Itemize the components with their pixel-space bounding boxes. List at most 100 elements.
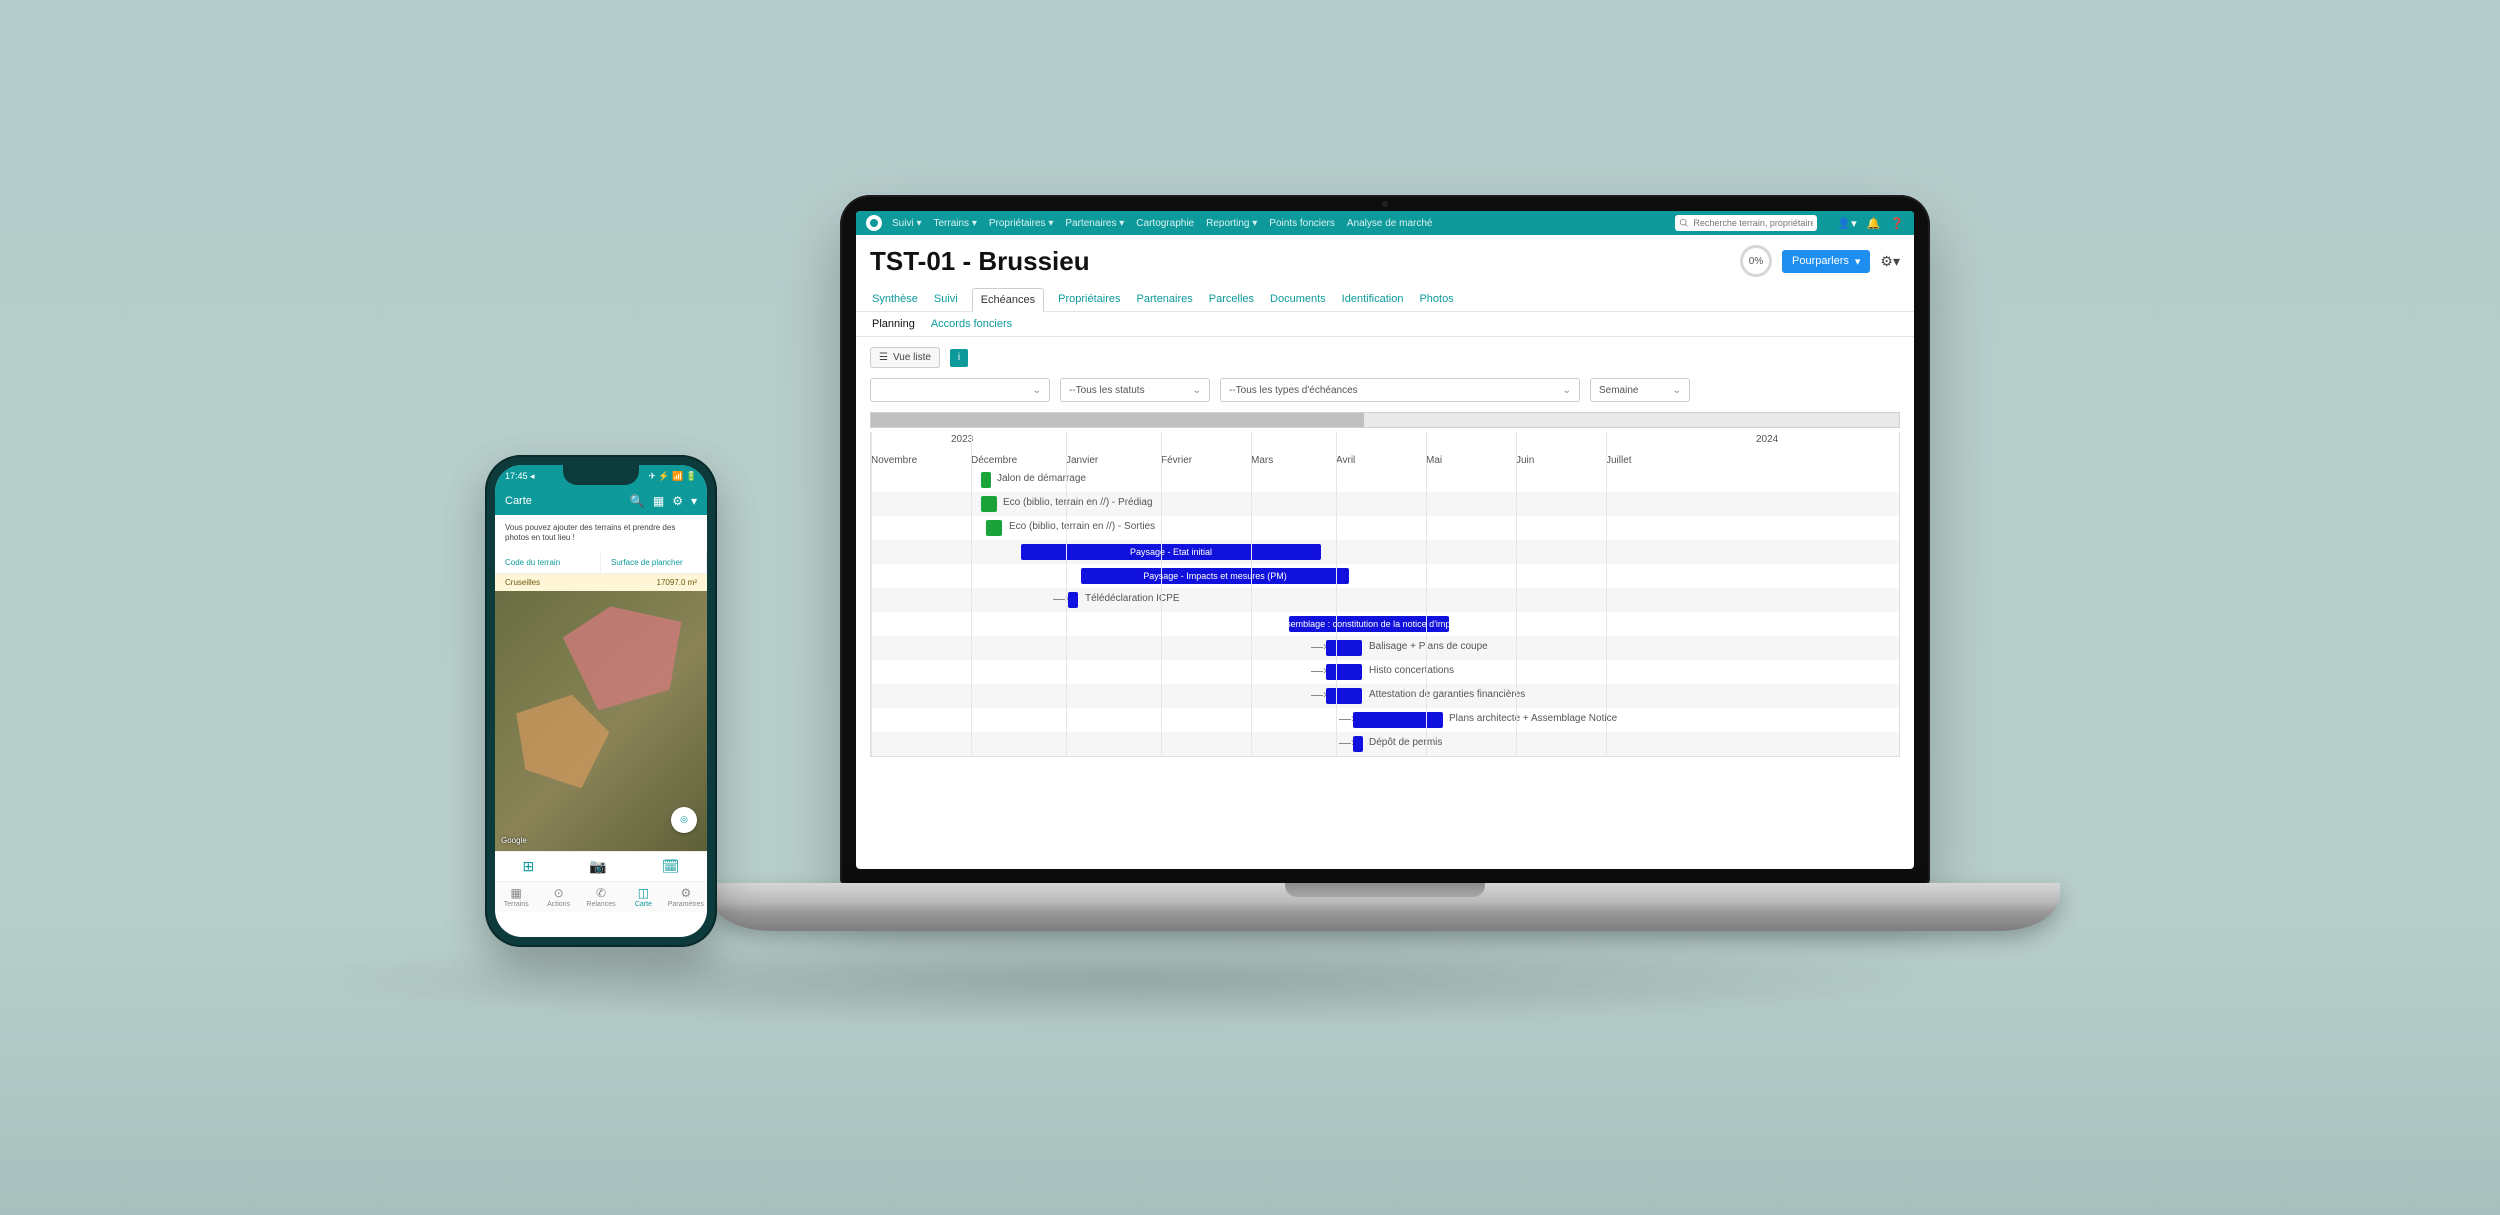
app-logo-icon xyxy=(866,215,882,231)
tab-propriétaires[interactable]: Propriétaires xyxy=(1056,287,1122,311)
gantt-bar[interactable] xyxy=(1353,736,1363,752)
gantt-bar[interactable] xyxy=(1326,640,1362,656)
gantt-bar[interactable] xyxy=(986,520,1002,536)
topnav-item[interactable]: Terrains ▾ xyxy=(933,218,976,229)
tab-documents[interactable]: Documents xyxy=(1268,287,1328,311)
filter-period[interactable]: Semaine⌄ xyxy=(1590,378,1690,402)
phone-app-bar: Carte 🔍 ▦ ⚙ ▾ xyxy=(495,487,707,515)
task-label: Plans architecte + Assemblage Notice xyxy=(1449,713,1617,724)
phone-title: Carte xyxy=(505,495,622,507)
year-label: 2023 xyxy=(951,434,973,445)
gantt-bar[interactable] xyxy=(981,472,991,488)
map-view[interactable]: Google ◎ xyxy=(495,591,707,851)
gantt-bar[interactable] xyxy=(1353,712,1443,728)
filter-1[interactable]: ⌄ xyxy=(870,378,1050,402)
month-label: Février xyxy=(1161,455,1192,466)
search-icon xyxy=(1679,218,1689,228)
dependency-arrow-icon xyxy=(1311,647,1323,648)
bell-icon[interactable]: 🔔 xyxy=(1867,217,1881,230)
nav-icon: ◫ xyxy=(638,886,649,900)
year-label: 2024 xyxy=(1756,434,1778,445)
location-banner: Cruseilles 17097.0 m² xyxy=(495,574,707,591)
search-box[interactable] xyxy=(1675,215,1817,231)
user-icon[interactable]: 👤▾ xyxy=(1837,217,1856,230)
filter-status[interactable]: --Tous les statuts⌄ xyxy=(1060,378,1210,402)
subtab-0[interactable]: Planning xyxy=(870,312,917,336)
tab-echéances[interactable]: Echéances xyxy=(972,288,1044,312)
nav-paramètres[interactable]: ⚙Paramètres xyxy=(665,882,707,912)
gantt-bar[interactable]: Assemblage : constitution de la notice d… xyxy=(1289,616,1449,632)
nav-terrains[interactable]: ▦Terrains xyxy=(495,882,537,912)
topnav-item[interactable]: Propriétaires ▾ xyxy=(989,218,1054,229)
map-overlay-orange xyxy=(516,695,609,789)
quick-action-button[interactable]: 🗓 xyxy=(662,858,680,875)
tab-partenaires[interactable]: Partenaires xyxy=(1135,287,1195,311)
topnav-item[interactable]: Reporting ▾ xyxy=(1206,218,1257,229)
dependency-arrow-icon xyxy=(1311,695,1323,696)
filter-type[interactable]: --Tous les types d'échéances⌄ xyxy=(1220,378,1580,402)
subtab-1[interactable]: Accords fonciers xyxy=(929,312,1014,336)
nav-label: Actions xyxy=(547,901,570,908)
gantt-bar[interactable] xyxy=(1068,592,1078,608)
list-icon: ☰ xyxy=(879,352,888,363)
topnav-item[interactable]: Cartographie xyxy=(1136,218,1194,229)
chevron-down-icon: ⌄ xyxy=(1563,385,1571,396)
status-dropdown[interactable]: Pourparlers▾ xyxy=(1782,250,1870,273)
topnav-item[interactable]: Analyse de marché xyxy=(1347,218,1433,229)
phone-notch xyxy=(563,465,639,485)
search-icon[interactable]: 🔍 xyxy=(630,494,645,508)
settings-icon[interactable]: ⚙▾ xyxy=(1880,253,1900,270)
month-label: Mai xyxy=(1426,455,1442,466)
task-label: Jalon de démarrage xyxy=(997,473,1086,484)
month-label: Décembre xyxy=(971,455,1017,466)
search-input[interactable] xyxy=(1693,218,1813,228)
gantt-bar[interactable] xyxy=(1326,688,1362,704)
chevron-down-icon: ⌄ xyxy=(1673,385,1681,396)
quick-action-button[interactable]: 📷 xyxy=(589,858,606,875)
list-view-button[interactable]: ☰ Vue liste xyxy=(870,347,940,368)
nav-carte[interactable]: ◫Carte xyxy=(622,882,664,912)
gear-icon[interactable]: ⚙ xyxy=(672,494,683,508)
tab-suivi[interactable]: Suivi xyxy=(932,287,960,311)
field-code[interactable]: Code du terrain xyxy=(495,552,601,573)
task-label: Attestation de garanties financières xyxy=(1369,689,1525,700)
laptop-mockup: Suivi ▾ Terrains ▾ Propriétaires ▾ Partenai… xyxy=(840,195,1930,955)
tab-identification[interactable]: Identification xyxy=(1340,287,1406,311)
topnav-item[interactable]: Points fonciers xyxy=(1269,218,1335,229)
nav-relances[interactable]: ✆Relances xyxy=(580,882,622,912)
task-label: Eco (biblio, terrain en //) - Sorties xyxy=(1009,521,1155,532)
dependency-arrow-icon xyxy=(1339,719,1351,720)
layers-icon[interactable]: ▦ xyxy=(653,494,664,508)
chevron-down-icon: ⌄ xyxy=(1193,385,1201,396)
quick-action-button[interactable]: ⊞ xyxy=(523,858,535,875)
tab-synthèse[interactable]: Synthèse xyxy=(870,287,920,311)
month-label: Avril xyxy=(1336,455,1355,466)
filter-icon[interactable]: ▾ xyxy=(691,494,697,508)
help-icon[interactable]: ❓ xyxy=(1890,217,1904,230)
gantt-bar[interactable] xyxy=(1326,664,1362,680)
tabs-primary: Synthèse Suivi Echéances Propriétaires Parte… xyxy=(856,287,1914,312)
map-overlay-red xyxy=(563,606,682,710)
chevron-down-icon: ▾ xyxy=(1855,255,1861,268)
field-surface[interactable]: Surface de plancher xyxy=(601,552,707,573)
gantt-bar[interactable]: Paysage - Impacts et mesures (PM) xyxy=(1081,568,1349,584)
topnav-item[interactable]: Suivi ▾ xyxy=(892,218,921,229)
info-badge[interactable]: i xyxy=(950,349,968,367)
title-bar: TST-01 - Brussieu 0% Pourparlers▾ ⚙▾ xyxy=(856,235,1914,287)
tab-photos[interactable]: Photos xyxy=(1417,287,1455,311)
topnav-item[interactable]: Partenaires ▾ xyxy=(1065,218,1124,229)
task-label: Eco (biblio, terrain en //) - Prédiag xyxy=(1003,497,1153,508)
dependency-arrow-icon xyxy=(1311,671,1323,672)
horizontal-scrollbar[interactable] xyxy=(870,412,1900,428)
phone-mockup: 17:45 ◂ ✈ ⚡ 📶 🔋 Carte 🔍 ▦ ⚙ ▾ Vous pouve… xyxy=(485,455,717,947)
locate-button[interactable]: ◎ xyxy=(671,807,697,833)
nav-actions[interactable]: ⊙Actions xyxy=(537,882,579,912)
gantt-bar[interactable] xyxy=(981,496,997,512)
banner-area: 17097.0 m² xyxy=(657,578,697,587)
tabs-secondary: Planning Accords fonciers xyxy=(856,312,1914,337)
nav-label: Terrains xyxy=(504,901,529,908)
gantt-chart: 20232024NovembreDécembreJanvierFévrierMa… xyxy=(856,412,1914,757)
gantt-row: Eco (biblio, terrain en //) - Sorties xyxy=(871,516,1899,540)
tab-parcelles[interactable]: Parcelles xyxy=(1207,287,1256,311)
timeline-rows: Jalon de démarrage Eco (biblio, terrain e… xyxy=(871,468,1899,756)
